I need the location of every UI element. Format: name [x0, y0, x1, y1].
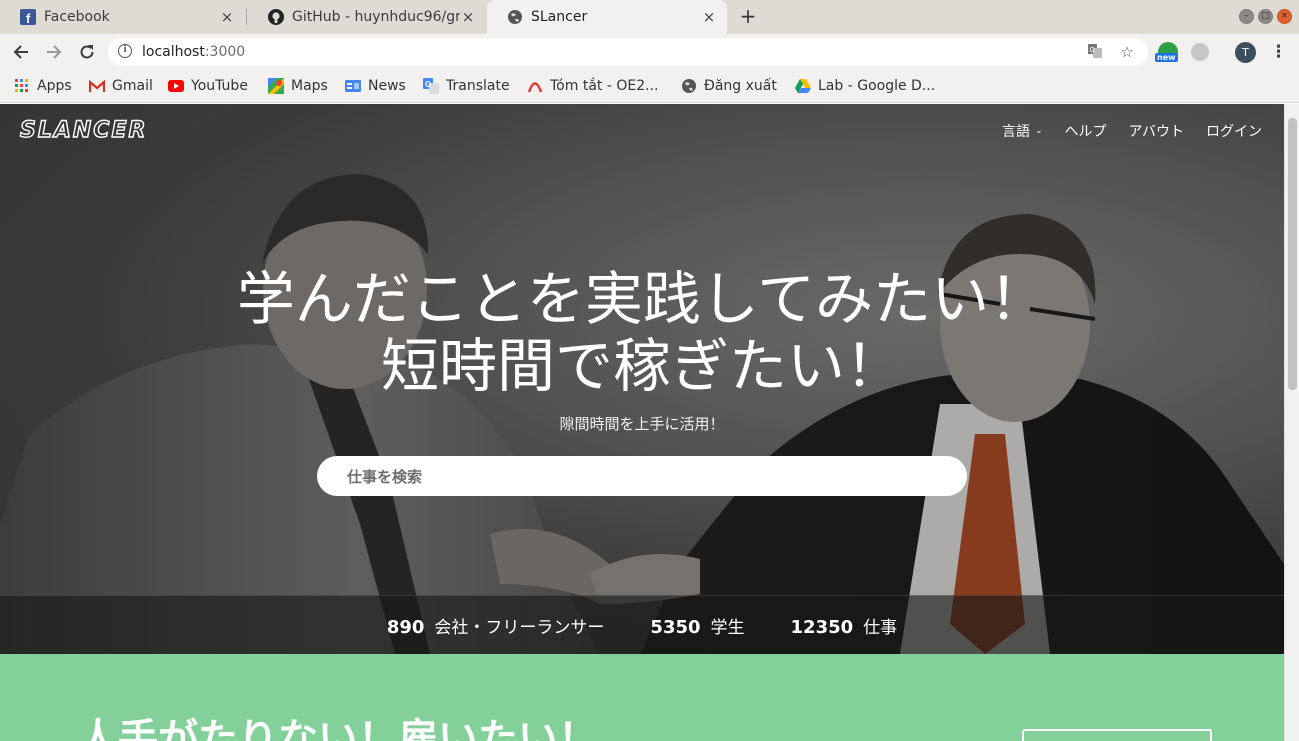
apps-grid-icon: [14, 78, 30, 94]
svg-text:G: G: [1090, 47, 1095, 54]
tab-github[interactable]: GitHub - huynhduc96/gro ×: [248, 0, 486, 34]
language-dropdown[interactable]: 言語 ⌄: [1002, 121, 1043, 141]
nav-language-label: 言語: [1002, 124, 1030, 140]
maps-icon: [268, 78, 284, 94]
scrollbar-thumb[interactable]: [1288, 118, 1297, 390]
bookmark-dang-xuat[interactable]: Đăng xuất: [681, 76, 777, 96]
svg-text:G: G: [425, 80, 431, 89]
job-search-input[interactable]: 仕事を検索: [317, 456, 967, 496]
bookmark-apps[interactable]: Apps: [14, 76, 72, 96]
translate-icon: G: [423, 78, 439, 94]
github-icon: [268, 9, 284, 25]
url-text[interactable]: localhost:3000: [142, 44, 245, 60]
tab-separator: [246, 9, 247, 25]
address-bar[interactable]: i localhost:3000 G ☆: [108, 38, 1148, 66]
bookmark-label: Translate: [446, 78, 510, 94]
close-window-button[interactable]: ×: [1277, 9, 1292, 24]
stat-companies: 890 会社・フリーランサー: [387, 613, 605, 638]
extension-badge: new: [1155, 53, 1178, 62]
hero-section: SLANCER 言語 ⌄ ヘルプ アバウト ログイン 学んだことを実践してみたい…: [0, 104, 1284, 654]
new-tab-button[interactable]: +: [737, 5, 759, 27]
bookmark-news[interactable]: News: [345, 76, 406, 96]
globe-icon: [681, 78, 697, 94]
bookmark-tom-tat[interactable]: Tóm tắt - OE2...: [527, 76, 658, 96]
stat-label: 学生: [710, 617, 745, 638]
tab-title: GitHub - huynhduc96/gro: [292, 9, 460, 25]
hero-headline-line2: 短時間で稼ぎたい！: [380, 332, 903, 400]
close-tab-icon[interactable]: ×: [701, 8, 717, 26]
tab-slancer[interactable]: SLancer ×: [487, 0, 727, 34]
stat-value: 12350: [790, 616, 854, 638]
bookmark-label: Maps: [291, 78, 328, 94]
search-placeholder: 仕事を検索: [347, 468, 423, 486]
hero-subtitle: 隙間時間を上手に活用！: [559, 415, 725, 433]
hero-headline: 学んだことを実践してみたい！ 短時間で稼ぎたい！: [0, 266, 1284, 400]
stat-value: 5350: [650, 616, 701, 638]
bookmark-label: Tóm tắt - OE2...: [550, 78, 659, 94]
back-button[interactable]: [9, 40, 33, 64]
youtube-icon: [168, 78, 184, 94]
hero-headline-line1: 学んだことを実践してみたい！: [236, 265, 1048, 333]
translate-page-icon[interactable]: G: [1086, 43, 1104, 61]
bookmark-label: Lab - Google D...: [818, 78, 936, 94]
forward-button[interactable]: [42, 40, 66, 64]
tab-facebook[interactable]: f Facebook ×: [0, 0, 245, 34]
tab-title: SLancer: [531, 9, 588, 25]
stat-jobs: 12350 仕事: [791, 613, 898, 638]
page-scrollbar[interactable]: [1284, 104, 1299, 741]
employer-section: 人手がたりない！雇いたい！: [0, 654, 1284, 741]
google-drive-icon: [795, 78, 811, 94]
site-logo[interactable]: SLANCER: [18, 117, 204, 144]
browser-toolbar: i localhost:3000 G ☆ new T ⋮: [0, 34, 1299, 69]
nav-login-link[interactable]: ログイン: [1206, 121, 1262, 141]
site-info-icon[interactable]: i: [118, 44, 132, 58]
nav-help-link[interactable]: ヘルプ: [1065, 121, 1107, 141]
logo-text: SLANCER: [20, 118, 147, 140]
bookmark-maps[interactable]: Maps: [268, 76, 328, 96]
facebook-icon: f: [20, 9, 36, 25]
bookmark-icon: [527, 78, 543, 94]
bookmarks-bar: Apps Gmail YouTube Maps News G Translate: [0, 69, 1299, 103]
stats-bar: 890 会社・フリーランサー 5350 学生 12350 仕事: [0, 595, 1284, 654]
bookmark-label: News: [368, 78, 406, 94]
minimize-window-button[interactable]: –: [1239, 9, 1254, 24]
bookmark-translate[interactable]: G Translate: [423, 76, 510, 96]
stat-students: 5350 学生: [650, 613, 744, 638]
bookmark-lab-google-drive[interactable]: Lab - Google D...: [795, 76, 935, 96]
bookmark-label: YouTube: [191, 78, 248, 94]
chat-extension-icon[interactable]: [1191, 43, 1209, 61]
close-tab-icon[interactable]: ×: [460, 8, 476, 26]
stat-label: 仕事: [863, 617, 898, 638]
svg-text:f: f: [26, 11, 31, 25]
bookmark-label: Đăng xuất: [704, 78, 777, 94]
news-icon: [345, 78, 361, 94]
profile-avatar[interactable]: T: [1235, 42, 1256, 63]
bookmark-gmail[interactable]: Gmail: [89, 76, 153, 96]
bookmark-star-icon[interactable]: ☆: [1118, 43, 1136, 61]
globe-icon: [507, 9, 523, 25]
tab-strip: f Facebook × GitHub - huynhduc96/gro × S…: [0, 0, 1299, 34]
stat-value: 890: [386, 616, 425, 638]
nav-about-link[interactable]: アバウト: [1129, 121, 1184, 141]
stat-label: 会社・フリーランサー: [434, 617, 605, 638]
page-viewport: SLANCER 言語 ⌄ ヘルプ アバウト ログイン 学んだことを実践してみたい…: [0, 104, 1284, 741]
maximize-window-button[interactable]: □: [1258, 9, 1273, 24]
employer-section-title: 人手がたりない！雇いたい！: [78, 716, 598, 741]
chevron-down-icon: ⌄: [1035, 126, 1043, 136]
employer-cta-button[interactable]: [1022, 729, 1212, 741]
close-tab-icon[interactable]: ×: [219, 8, 235, 26]
gmail-icon: [89, 78, 105, 94]
bookmark-label: Apps: [37, 78, 72, 94]
reload-button[interactable]: [75, 40, 99, 64]
bookmark-youtube[interactable]: YouTube: [168, 76, 248, 96]
site-nav: 言語 ⌄ ヘルプ アバウト ログイン: [1002, 121, 1262, 141]
tab-title: Facebook: [44, 9, 110, 25]
menu-kebab-icon[interactable]: ⋮: [1270, 41, 1287, 63]
bookmark-label: Gmail: [112, 78, 153, 94]
extension-icon[interactable]: new: [1155, 42, 1178, 62]
